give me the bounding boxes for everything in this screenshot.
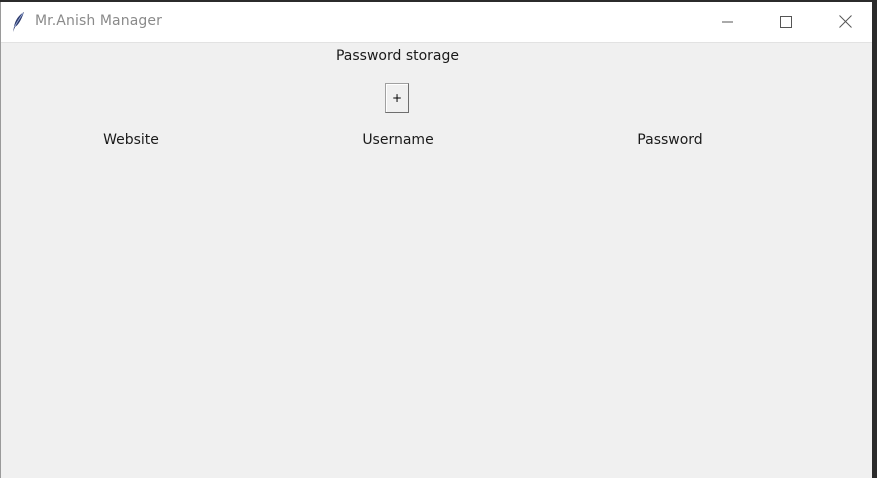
minimize-icon <box>722 13 734 32</box>
close-icon <box>838 13 852 32</box>
app-window: Mr.Anish Manager Password storage + Webs… <box>0 2 874 478</box>
page-title: Password storage <box>335 48 460 64</box>
column-header-password: Password <box>637 132 703 148</box>
main-content: Password storage + Website Username Pass… <box>1 43 872 478</box>
add-entry-button[interactable]: + <box>385 83 409 113</box>
close-button[interactable] <box>816 2 874 42</box>
title-bar[interactable]: Mr.Anish Manager <box>1 2 872 43</box>
column-header-username: Username <box>362 132 434 148</box>
window-title: Mr.Anish Manager <box>35 13 162 29</box>
feather-icon <box>11 11 27 33</box>
minimize-button[interactable] <box>699 2 757 42</box>
column-header-website: Website <box>103 132 159 148</box>
maximize-icon <box>780 13 792 32</box>
maximize-button[interactable] <box>757 2 815 42</box>
